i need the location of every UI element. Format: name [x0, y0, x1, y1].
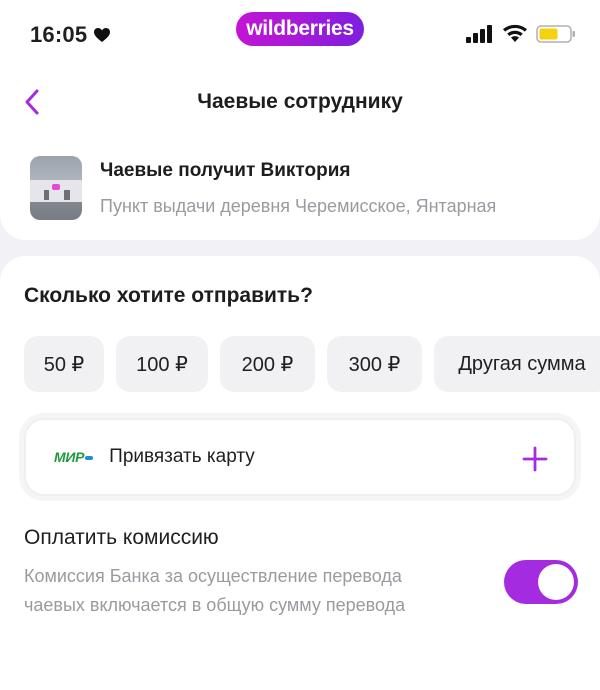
page-title: Чаевые сотруднику: [197, 90, 403, 113]
commission-description: Комиссия Банка за осуществление перевода…: [24, 566, 406, 615]
amount-chip-200[interactable]: 200 ₽: [220, 336, 315, 392]
header: Чаевые сотруднику Чаевые получит Виктори…: [0, 70, 600, 240]
recipient-name: Чаевые получит Виктория: [100, 159, 351, 181]
pickup-point-photo: [30, 156, 82, 220]
commission-toggle[interactable]: [504, 560, 578, 604]
heart-icon: [94, 28, 111, 42]
toggle-knob: [538, 564, 574, 600]
plus-icon[interactable]: [520, 444, 550, 474]
recipient-place: Пункт выдачи деревня Черемисское, Янтарн…: [100, 195, 497, 216]
status-time: 16:05: [30, 22, 111, 48]
mir-logo: МИР: [54, 449, 94, 465]
battery-icon: [536, 25, 575, 43]
amount-chip-50[interactable]: 50 ₽: [24, 336, 104, 392]
status-bar: 16:05 wildberries: [0, 0, 600, 70]
wildberries-logo: wildberries: [236, 12, 364, 46]
status-icons: [466, 24, 576, 44]
signal-icon: [466, 25, 492, 43]
brand-label: wildberries: [246, 17, 354, 40]
link-card-button[interactable]: МИР Привязать карту: [24, 418, 576, 496]
amount-chip-other[interactable]: Другая сумма: [434, 336, 600, 392]
amount-options: 50 ₽ 100 ₽ 200 ₽ 300 ₽ Другая сумма: [24, 336, 600, 392]
mir-logo-text: МИР: [54, 449, 85, 465]
amount-section-title: Сколько хотите отправить?: [24, 284, 313, 307]
tips-panel: Сколько хотите отправить? 50 ₽ 100 ₽ 200…: [0, 256, 600, 690]
recipient-info: Чаевые получит Виктория Пункт выдачи дер…: [30, 156, 600, 220]
wifi-icon: [503, 24, 527, 42]
amount-chip-300[interactable]: 300 ₽: [327, 336, 422, 392]
link-card-label: Привязать карту: [109, 446, 255, 467]
time-label: 16:05: [30, 22, 88, 47]
amount-chip-100[interactable]: 100 ₽: [116, 336, 208, 392]
commission-title: Оплатить комиссию: [24, 526, 219, 549]
recipient-text: Чаевые получит Виктория Пункт выдачи дер…: [100, 160, 600, 217]
